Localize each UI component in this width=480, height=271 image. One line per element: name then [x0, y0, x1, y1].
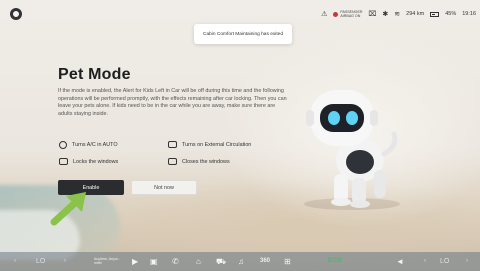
robot-mascot-image — [304, 90, 400, 210]
airbag-label: PASSENGER AIRBAG ON — [340, 10, 363, 18]
media-icon[interactable]: ▣ — [150, 256, 158, 267]
apps-grid-icon[interactable]: ⊞ — [284, 256, 291, 267]
notification-toast: Cabin Comfort Maintaining has exited — [194, 24, 292, 44]
media-artist: milet — [94, 261, 102, 266]
page-title: Pet Mode — [58, 66, 131, 83]
feature-label: Closes the windows — [182, 158, 230, 165]
phone-icon[interactable]: ✆ — [172, 256, 179, 267]
feature-label: Locks the windows — [73, 158, 119, 165]
range-value: 294 km — [406, 11, 425, 17]
pet-mode-screen: ⚠ PASSENGER AIRBAG ON ⌧ ✱ ≋ 294 km 45% 1… — [0, 0, 480, 271]
car-icon[interactable]: ⛟ — [216, 256, 226, 267]
bluetooth-icon: ✱ — [382, 10, 389, 18]
temp-left-decrease-icon[interactable]: ‹ — [14, 256, 16, 267]
passenger-temperature[interactable]: LO — [440, 256, 449, 267]
feature-label: Turns A/C in AUTO — [72, 142, 118, 148]
circulation-icon — [168, 141, 177, 148]
temp-left-increase-icon[interactable]: › — [64, 256, 66, 267]
volume-icon[interactable]: ◄ — [396, 256, 404, 267]
toast-text: Cabin Comfort Maintaining has exited — [203, 31, 283, 37]
airbag-icon — [333, 11, 339, 17]
feature-external-circulation: Turns on External Circulation — [168, 141, 251, 148]
feature-ac-auto: Turns A/C in AUTO — [59, 141, 118, 149]
not-now-button[interactable]: Not now — [131, 180, 197, 195]
battery-percent: 45% — [445, 11, 457, 17]
window-close-icon — [168, 158, 177, 165]
passenger-airbag-indicator: PASSENGER AIRBAG ON — [333, 10, 362, 18]
music-icon[interactable]: ♫ — [238, 256, 244, 267]
window-lock-icon — [59, 158, 68, 165]
temp-right-decrease-icon[interactable]: ‹ — [424, 256, 426, 267]
seatbelt-icon: ⚠ — [321, 10, 328, 18]
wifi-icon: ≋ — [394, 10, 401, 18]
status-indicators: ⚠ PASSENGER AIRBAG ON ⌧ ✱ ≋ 294 km 45% 1… — [321, 8, 476, 20]
app-logo-icon[interactable] — [10, 8, 22, 20]
pointer-arrow-icon — [50, 192, 86, 226]
home-icon[interactable]: ⌂ — [196, 256, 201, 267]
play-icon[interactable]: ▶ — [132, 256, 138, 267]
feature-close-windows: Closes the windows — [168, 158, 230, 165]
pet-mode-description: If the mode is enabled, the Alert for Ki… — [58, 88, 287, 118]
battery-icon — [430, 11, 440, 17]
feature-label: Turns on External Circulation — [182, 141, 252, 148]
camera-360-button[interactable]: 360 — [260, 256, 270, 267]
driver-temperature[interactable]: LO — [36, 256, 45, 267]
bottom-dock: ‹ LO › Anytime, Anyw... milet ▶ ▣ ✆ ⌂ ⛟ … — [0, 252, 480, 271]
temp-right-increase-icon[interactable]: › — [466, 256, 468, 267]
eco-mode-indicator[interactable]: ECO — [328, 256, 342, 267]
ac-icon — [59, 141, 67, 149]
camera-icon: ⌧ — [368, 10, 377, 18]
clock: 19:16 — [462, 11, 476, 17]
now-playing[interactable]: Anytime, Anyw... milet — [94, 257, 124, 265]
feature-lock-windows: Locks the windows — [59, 158, 118, 165]
